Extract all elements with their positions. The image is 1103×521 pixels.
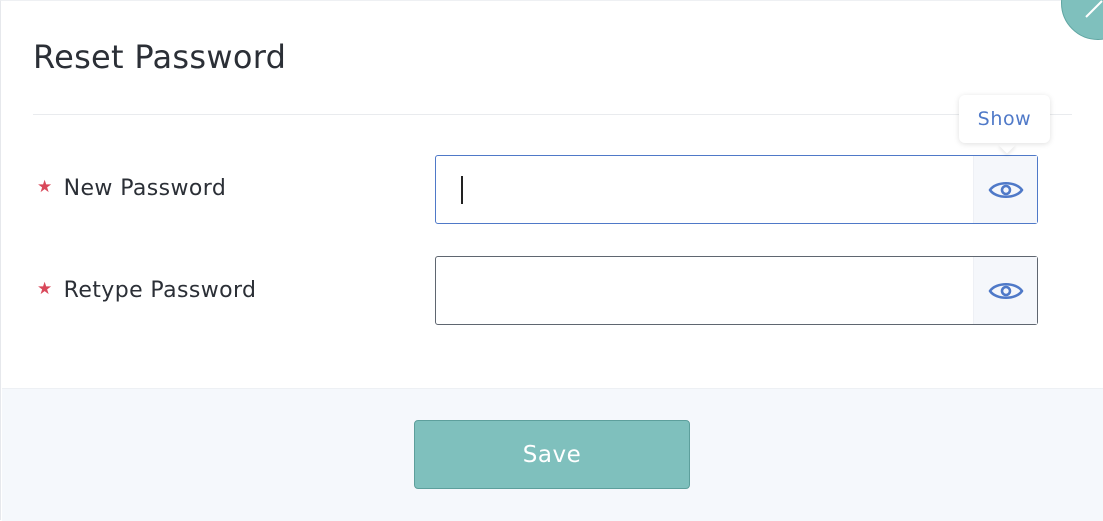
- text-caret: [461, 176, 463, 204]
- new-password-label: ★ New Password: [37, 175, 226, 204]
- new-password-label-text: New Password: [63, 176, 227, 201]
- new-password-input[interactable]: [436, 156, 972, 223]
- retype-password-field[interactable]: [435, 256, 1038, 325]
- show-tooltip: Show: [959, 95, 1050, 143]
- eye-icon: [988, 181, 1024, 199]
- retype-password-label-text: Retype Password: [63, 278, 257, 303]
- show-new-password-button[interactable]: [973, 156, 1037, 223]
- header-divider: [33, 114, 1072, 115]
- show-retype-password-button[interactable]: [973, 257, 1037, 324]
- new-password-field[interactable]: [435, 155, 1038, 224]
- retype-password-label: ★ Retype Password: [37, 277, 256, 306]
- retype-password-input[interactable]: [436, 257, 972, 324]
- save-button[interactable]: Save: [414, 420, 690, 489]
- close-button[interactable]: [1061, 0, 1103, 40]
- reset-password-dialog: Reset Password ★ New Password Show ★ Retyp…: [0, 0, 1103, 521]
- close-icon: [1085, 0, 1103, 18]
- required-star-icon: ★: [37, 177, 53, 197]
- eye-icon: [988, 282, 1024, 300]
- required-star-icon: ★: [37, 279, 53, 299]
- dialog-title: Reset Password: [33, 38, 287, 76]
